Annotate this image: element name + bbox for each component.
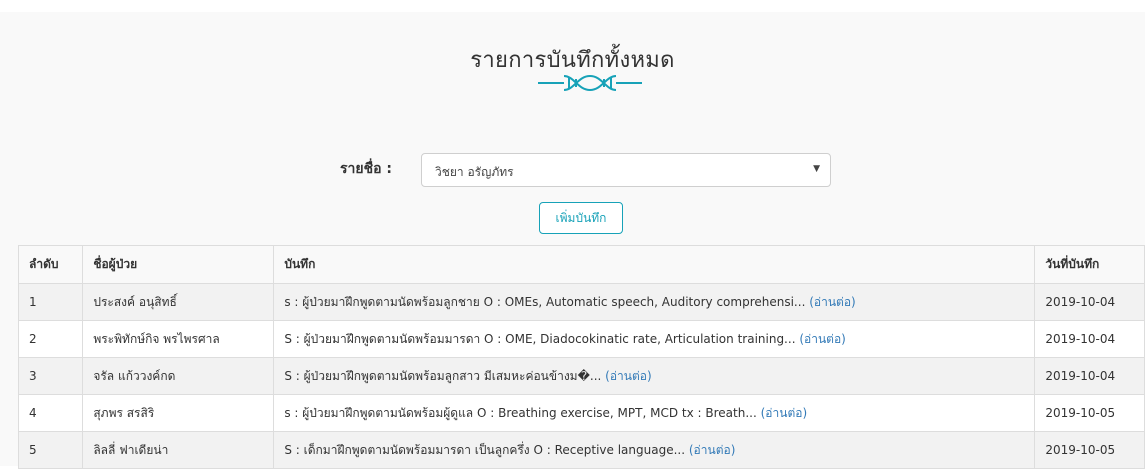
row-patient-name: ประสงค์ อนุสิทธิ์ (82, 283, 275, 321)
table-row: 5 ลิลลี่ ฟาเดียน่า S : เด็กมาฝึกพูดตามนั… (17, 431, 1145, 469)
row-note-text: S : เด็กมาฝึกพูดตามนัดพร้อมมารดา เป็นลูก… (284, 442, 686, 457)
row-index: 1 (17, 283, 84, 321)
row-date: 2019-10-05 (1034, 394, 1145, 432)
table-row: 1 ประสงค์ อนุสิทธิ์ s : ผู้ป่วยมาฝึกพูดต… (17, 283, 1145, 321)
row-note-text: s : ผู้ป่วยมาฝึกพูดตามนัดพร้อมผู้ดูแล O … (284, 405, 757, 420)
row-note: s : ผู้ป่วยมาฝึกพูดตามนัดพร้อมลูกชาย O :… (273, 283, 1036, 321)
table-row: 4 สุภพร สรสิริ s : ผู้ป่วยมาฝึกพูดตามนัด… (17, 394, 1145, 432)
dna-divider-icon (538, 74, 642, 92)
row-note: s : ผู้ป่วยมาฝึกพูดตามนัดพร้อมผู้ดูแล O … (273, 394, 1036, 432)
patient-filter-label: รายชื่อ : (340, 161, 392, 177)
read-more-link[interactable]: (อ่านต่อ) (809, 295, 856, 309)
row-index: 3 (17, 357, 84, 395)
add-record-button[interactable]: เพิ่มบันทึก (539, 202, 623, 234)
column-header-date: วันที่บันทึก (1034, 245, 1145, 284)
row-note-text: s : ผู้ป่วยมาฝึกพูดตามนัดพร้อมลูกชาย O :… (284, 294, 806, 309)
table-row: 2 พระพิทักษ์กิจ พรไพรศาล S : ผู้ป่วยมาฝึ… (17, 320, 1145, 358)
main-panel: รายการบันทึกทั้งหมด รายชื่อ : วิชยา อรัญ… (0, 0, 1145, 469)
row-index: 2 (17, 320, 84, 358)
row-index: 5 (17, 431, 84, 469)
row-note-text: S : ผู้ป่วยมาฝึกพูดตามนัดพร้อมมารดา O : … (284, 331, 796, 346)
table-header-row: ลำดับ ชื่อผู้ป่วย บันทึก วันที่บันทึก (17, 245, 1145, 284)
row-note: S : ผู้ป่วยมาฝึกพูดตามนัดพร้อมมารดา O : … (273, 320, 1036, 358)
column-header-note: บันทึก (273, 245, 1036, 284)
patient-select[interactable]: วิชยา อรัญภัทร ▼ (421, 153, 831, 187)
row-date: 2019-10-04 (1034, 357, 1145, 395)
read-more-link[interactable]: (อ่านต่อ) (799, 332, 846, 346)
row-note-text: S : ผู้ป่วยมาฝึกพูดตามนัดพร้อมลูกสาว มีเ… (284, 368, 602, 383)
top-band (0, 0, 1145, 12)
row-date: 2019-10-04 (1034, 283, 1145, 321)
column-header-patient-name: ชื่อผู้ป่วย (82, 245, 275, 284)
row-patient-name: สุภพร สรสิริ (82, 394, 275, 432)
row-date: 2019-10-04 (1034, 320, 1145, 358)
row-note: S : ผู้ป่วยมาฝึกพูดตามนัดพร้อมลูกสาว มีเ… (273, 357, 1036, 395)
row-date: 2019-10-05 (1034, 431, 1145, 469)
row-patient-name: พระพิทักษ์กิจ พรไพรศาล (82, 320, 275, 358)
read-more-link[interactable]: (อ่านต่อ) (605, 369, 652, 383)
read-more-link[interactable]: (อ่านต่อ) (761, 406, 808, 420)
row-patient-name: ลิลลี่ ฟาเดียน่า (82, 431, 275, 469)
column-header-index: ลำดับ (17, 245, 84, 284)
read-more-link[interactable]: (อ่านต่อ) (689, 443, 736, 457)
records-table: ลำดับ ชื่อผู้ป่วย บันทึก วันที่บันทึก 1 … (17, 245, 1145, 469)
row-index: 4 (17, 394, 84, 432)
patient-select-value: วิชยา อรัญภัทร (435, 165, 514, 179)
row-note: S : เด็กมาฝึกพูดตามนัดพร้อมมารดา เป็นลูก… (273, 431, 1036, 469)
table-row: 3 จรัล แก้ววงค์กด S : ผู้ป่วยมาฝึกพูดตาม… (17, 357, 1145, 395)
chevron-down-icon: ▼ (813, 164, 820, 174)
row-patient-name: จรัล แก้ววงค์กด (82, 357, 275, 395)
